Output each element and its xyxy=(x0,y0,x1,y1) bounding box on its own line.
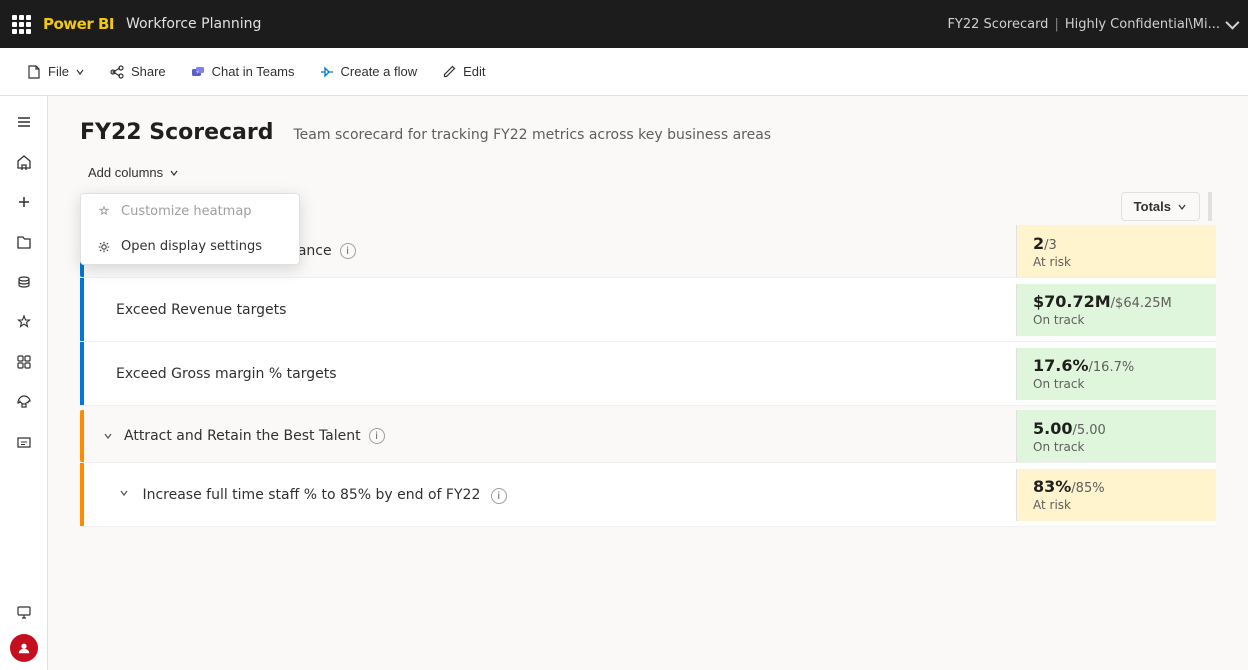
fulltime-value-display: 83%/85% xyxy=(1033,477,1200,496)
revenue-value-fraction: /$64.25M xyxy=(1111,296,1172,311)
revenue-value-primary: $70.72M xyxy=(1033,292,1111,311)
main-layout: FY22 Scorecard Team scorecard for tracki… xyxy=(0,96,1248,670)
gross-margin-value-primary: 17.6% xyxy=(1033,356,1089,375)
sidebar-item-create[interactable] xyxy=(6,184,42,220)
edit-icon xyxy=(441,64,457,80)
metric-group-talent: Attract and Retain the Best Talent i 5.0… xyxy=(80,410,1216,527)
revenue-value-cell: $70.72M/$64.25M On track xyxy=(1016,284,1216,336)
customize-heatmap-label: Customize heatmap xyxy=(121,204,252,219)
open-display-settings-label: Open display settings xyxy=(121,239,262,254)
file-label: File xyxy=(48,64,69,79)
talent-value-primary: 5.00 xyxy=(1033,419,1072,438)
fulltime-value-fraction: /85% xyxy=(1071,481,1104,496)
gross-margin-label: Exceed Gross margin % targets xyxy=(84,354,1016,394)
group-label-talent: Attract and Retain the Best Talent i xyxy=(84,416,1016,456)
teams-icon: T xyxy=(190,64,206,80)
scorecard-header: FY22 Scorecard Team scorecard for tracki… xyxy=(48,96,1248,161)
scorecard-title: FY22 Scorecard xyxy=(80,120,274,145)
chat-in-teams-label: Chat in Teams xyxy=(212,64,295,79)
sidebar-item-dashboard[interactable] xyxy=(6,344,42,380)
customize-heatmap-item: Customize heatmap xyxy=(81,194,299,229)
gross-margin-value-display: 17.6%/16.7% xyxy=(1033,356,1200,375)
sidebar-item-browse[interactable] xyxy=(6,224,42,260)
financial-value-display: 2/3 xyxy=(1033,234,1200,253)
sidebar-item-learn[interactable] xyxy=(6,424,42,460)
confidential-tag: FY22 Scorecard | Highly Confidential\Mi.… xyxy=(947,17,1236,32)
child-row-revenue: Exceed Revenue targets $70.72M/$64.25M O… xyxy=(80,278,1216,342)
powerbi-logo: Power BI xyxy=(43,15,114,33)
talent-value-cell: 5.00/5.00 On track xyxy=(1016,410,1216,462)
customize-heatmap-icon xyxy=(97,205,111,219)
add-columns-dropdown: Customize heatmap Open display settings xyxy=(80,193,300,265)
financial-status-label: At risk xyxy=(1033,255,1200,269)
main-content: FY22 Scorecard Team scorecard for tracki… xyxy=(48,96,1248,670)
scorecard-name-label: FY22 Scorecard xyxy=(947,17,1048,32)
gross-margin-value-fraction: /16.7% xyxy=(1089,360,1135,375)
talent-value-fraction: /5.00 xyxy=(1072,423,1105,438)
flow-icon xyxy=(319,64,335,80)
confidential-chevron-icon[interactable] xyxy=(1225,16,1239,30)
separator-label: | xyxy=(1054,17,1058,32)
financial-value-primary: 2 xyxy=(1033,234,1044,253)
sidebar-item-hamburger[interactable] xyxy=(6,104,42,140)
sidebar-item-data[interactable] xyxy=(6,264,42,300)
waffle-icon[interactable] xyxy=(12,15,31,34)
sidebar-item-goals[interactable] xyxy=(6,304,42,340)
report-title: Workforce Planning xyxy=(126,16,261,32)
sidebar-item-deploy[interactable] xyxy=(6,384,42,420)
revenue-value-display: $70.72M/$64.25M xyxy=(1033,292,1200,311)
top-bar: Power BI Workforce Planning FY22 Scoreca… xyxy=(0,0,1248,48)
open-display-settings-item[interactable]: Open display settings xyxy=(81,229,299,264)
gear-icon xyxy=(97,240,111,254)
file-icon xyxy=(26,64,42,80)
add-columns-label: Add columns xyxy=(88,165,163,180)
edit-button[interactable]: Edit xyxy=(431,58,495,86)
revenue-label: Exceed Revenue targets xyxy=(84,290,1016,330)
gross-margin-value-cell: 17.6%/16.7% On track xyxy=(1016,348,1216,400)
financial-info-icon[interactable]: i xyxy=(340,243,356,259)
talent-info-icon[interactable]: i xyxy=(369,428,385,444)
create-flow-button[interactable]: Create a flow xyxy=(309,58,428,86)
child-row-gross-margin: Exceed Gross margin % targets 17.6%/16.7… xyxy=(80,342,1216,406)
scorecard-subtitle: Team scorecard for tracking FY22 metrics… xyxy=(294,127,772,143)
child-row-fulltime: Increase full time staff % to 85% by end… xyxy=(80,463,1216,527)
revenue-status-label: On track xyxy=(1033,313,1200,327)
sidebar-item-home[interactable] xyxy=(6,144,42,180)
share-icon xyxy=(109,64,125,80)
sidebar-item-person[interactable] xyxy=(10,634,38,662)
totals-button[interactable]: Totals xyxy=(1121,192,1200,221)
chat-in-teams-button[interactable]: T Chat in Teams xyxy=(180,58,305,86)
add-columns-row: Add columns Customize heatmap xyxy=(48,161,1248,192)
add-columns-button[interactable]: Add columns xyxy=(80,161,187,184)
expand-chevron-fulltime[interactable] xyxy=(116,485,132,501)
share-button[interactable]: Share xyxy=(99,58,176,86)
edit-label: Edit xyxy=(463,64,485,79)
expand-chevron-talent[interactable] xyxy=(100,428,116,444)
file-chevron-icon xyxy=(75,67,85,77)
fulltime-value-cell: 83%/85% At risk xyxy=(1016,469,1216,521)
totals-label: Totals xyxy=(1134,199,1171,214)
share-label: Share xyxy=(131,64,166,79)
create-flow-label: Create a flow xyxy=(341,64,418,79)
confidential-label: Highly Confidential\Mi... xyxy=(1065,17,1220,32)
file-button[interactable]: File xyxy=(16,58,95,86)
fulltime-label: Increase full time staff % to 85% by end… xyxy=(84,473,1016,517)
financial-value-fraction: /3 xyxy=(1044,238,1057,253)
financial-value-cell: 2/3 At risk xyxy=(1016,225,1216,277)
totals-chevron-icon xyxy=(1177,202,1187,212)
group-row-talent: Attract and Retain the Best Talent i 5.0… xyxy=(80,410,1216,463)
fulltime-value-primary: 83% xyxy=(1033,477,1071,496)
fulltime-status-label: At risk xyxy=(1033,498,1200,512)
sidebar xyxy=(0,96,48,670)
talent-group-title: Attract and Retain the Best Talent xyxy=(124,428,361,444)
talent-value-display: 5.00/5.00 xyxy=(1033,419,1200,438)
toolbar: File Share T Chat in Teams Create a flow… xyxy=(0,48,1248,96)
gross-margin-status-label: On track xyxy=(1033,377,1200,391)
add-columns-chevron-icon xyxy=(169,168,179,178)
fulltime-info-icon[interactable]: i xyxy=(491,488,507,504)
talent-status-label: On track xyxy=(1033,440,1200,454)
sidebar-item-monitor[interactable] xyxy=(6,594,42,630)
top-bar-left: Power BI Workforce Planning xyxy=(12,15,261,34)
